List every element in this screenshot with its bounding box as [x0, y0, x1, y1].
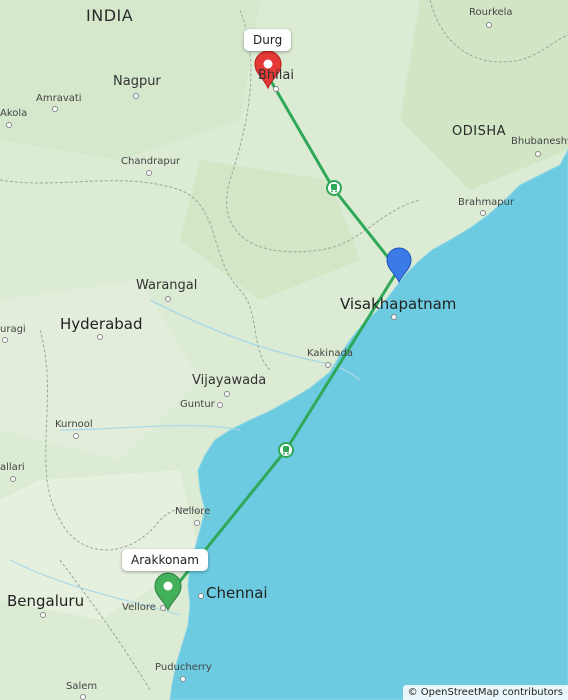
- city-label-chennai: Chennai: [206, 584, 268, 602]
- city-label-akola: Akola: [0, 108, 28, 119]
- city-label-visakhapatnam: Visakhapatnam: [340, 295, 457, 313]
- end-marker-label[interactable]: Arakkonam: [122, 549, 208, 571]
- city-label-rourkela: Rourkela: [469, 7, 513, 18]
- city-label-vellore: Vellore: [122, 602, 156, 613]
- city-dot: [198, 593, 204, 599]
- city-dot: [224, 391, 230, 397]
- city-label-chandrapur: Chandrapur: [121, 156, 181, 167]
- city-label-salem: Salem: [66, 681, 98, 692]
- region-label-india: INDIA: [86, 6, 134, 25]
- city-label-brahmapur: Brahmapur: [458, 197, 515, 208]
- city-label-hyderabad: Hyderabad: [60, 315, 143, 333]
- city-label-uragi: uragi: [0, 324, 26, 335]
- city-dot: [391, 314, 397, 320]
- city-dot: [52, 106, 58, 112]
- city-dot: [2, 337, 8, 343]
- city-dot: [97, 334, 103, 340]
- city-dot: [160, 605, 166, 611]
- city-dot: [480, 210, 486, 216]
- city-dot: [6, 122, 12, 128]
- city-dot: [273, 86, 279, 92]
- city-label-warangal: Warangal: [136, 278, 198, 293]
- city-label-vijayawada: Vijayawada: [192, 373, 267, 388]
- city-label-allari: allari: [0, 462, 25, 473]
- city-dot: [10, 476, 16, 482]
- map-canvas[interactable]: [0, 0, 568, 700]
- start-marker-label[interactable]: Durg: [244, 29, 292, 51]
- city-label-kakinada: Kakinada: [307, 348, 354, 359]
- city-label-amravati: Amravati: [36, 93, 82, 104]
- city-dot: [80, 694, 86, 700]
- city-label-bhilai: Bhilai: [258, 68, 294, 83]
- map-attribution[interactable]: © OpenStreetMap contributors: [402, 685, 568, 700]
- city-label-guntur: Guntur: [180, 399, 215, 410]
- city-label-puducherry: Puducherry: [155, 662, 212, 673]
- city-dot: [165, 296, 171, 302]
- city-dot: [325, 362, 331, 368]
- city-label-nagpur: Nagpur: [113, 74, 161, 89]
- region-label-odisha: ODISHA: [452, 124, 506, 139]
- train-icon: [326, 180, 342, 196]
- city-dot: [73, 433, 79, 439]
- city-dot: [194, 520, 200, 526]
- train-icon: [278, 442, 294, 458]
- city-label-kurnool: Kurnool: [55, 419, 93, 430]
- city-dot: [217, 402, 223, 408]
- city-label-nellore: Nellore: [175, 506, 211, 517]
- city-dot: [146, 170, 152, 176]
- city-dot: [133, 93, 139, 99]
- city-dot: [486, 22, 492, 28]
- city-dot: [535, 151, 541, 157]
- city-dot: [40, 612, 46, 618]
- city-label-bengaluru: Bengaluru: [7, 592, 85, 610]
- city-label-bhubaneswar: Bhubaneshw: [511, 136, 568, 147]
- city-dot: [180, 676, 186, 682]
